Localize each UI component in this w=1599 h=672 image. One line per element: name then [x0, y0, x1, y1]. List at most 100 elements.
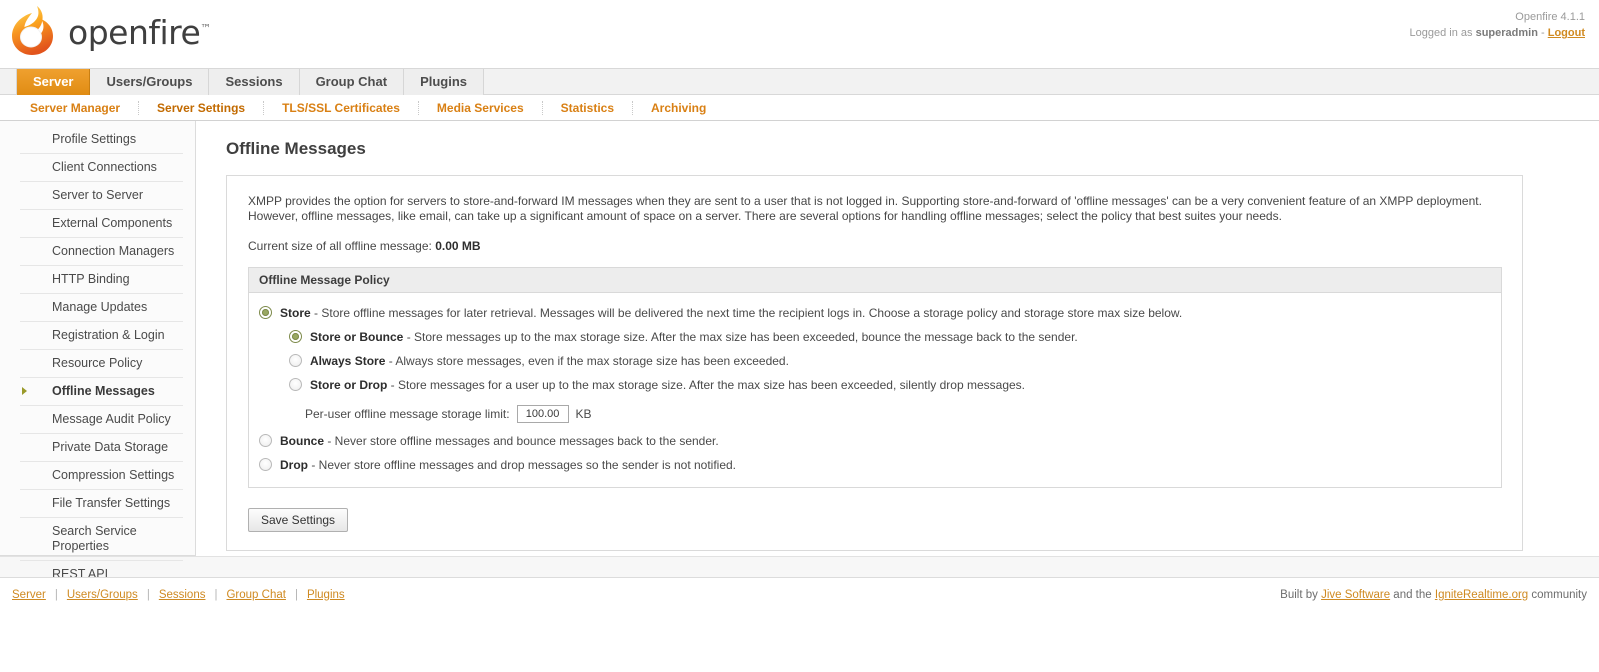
sidebar-item-message-audit-policy[interactable]: Message Audit Policy — [20, 406, 183, 434]
offline-message-policy-fieldset: Offline Message Policy Store - Store off… — [248, 267, 1502, 488]
sidebar-item-file-transfer-settings[interactable]: File Transfer Settings — [20, 490, 183, 518]
sidebar-item-label: Registration & Login — [52, 328, 165, 342]
logged-in-separator: - — [1537, 27, 1548, 39]
sidebar-item-http-binding[interactable]: HTTP Binding — [20, 266, 183, 294]
logo-wordmark: openfire™ — [68, 12, 211, 52]
primary-tab-server[interactable]: Server — [16, 68, 91, 95]
secondary-tab-archiving[interactable]: Archiving — [633, 101, 724, 115]
secondary-tab-tls-ssl-certificates[interactable]: TLS/SSL Certificates — [264, 100, 419, 115]
sidebar-item-external-components[interactable]: External Components — [20, 210, 183, 238]
radio-bounce[interactable] — [259, 434, 272, 447]
option-bounce-desc: - Never store offline messages and bounc… — [324, 434, 719, 448]
option-store-or-drop-title: Store or Drop — [310, 378, 388, 392]
sidebar-item-compression-settings[interactable]: Compression Settings — [20, 462, 183, 490]
radio-store-or-drop[interactable] — [289, 378, 302, 391]
sidebar-item-label: HTTP Binding — [52, 272, 130, 286]
secondary-tab-server-settings[interactable]: Server Settings — [139, 100, 265, 115]
sidebar-item-label: Compression Settings — [52, 468, 175, 482]
primary-tab-sessions[interactable]: Sessions — [209, 68, 300, 95]
sidebar-item-label: Connection Managers — [52, 244, 175, 258]
option-always-store[interactable]: Always Store - Always store messages, ev… — [289, 353, 1491, 369]
option-drop-title: Drop — [280, 458, 308, 472]
sidebar-item-offline-messages[interactable]: Offline Messages — [20, 378, 183, 406]
caret-right-icon — [22, 387, 27, 395]
intro-line-2: However, offline messages, like email, c… — [248, 209, 1282, 223]
sidebar-item-label: File Transfer Settings — [52, 496, 171, 510]
option-drop[interactable]: Drop - Never store offline messages and … — [259, 457, 1491, 473]
option-always-store-desc: - Always store messages, even if the max… — [385, 354, 789, 368]
policy-header: Offline Message Policy — [249, 268, 1501, 293]
secondary-tab-server-manager[interactable]: Server Manager — [24, 100, 140, 115]
trademark-symbol: ™ — [200, 21, 211, 35]
radio-always-store[interactable] — [289, 354, 302, 367]
sidebar-item-connection-managers[interactable]: Connection Managers — [20, 238, 183, 266]
sidebar-item-profile-settings[interactable]: Profile Settings — [20, 127, 183, 154]
radio-store-or-bounce[interactable] — [289, 330, 302, 343]
primary-tab-plugins[interactable]: Plugins — [404, 68, 485, 95]
and-the-text: and the — [1390, 588, 1435, 601]
option-store-or-bounce-desc: - Store messages up to the max storage s… — [403, 330, 1078, 344]
openfire-logo[interactable]: openfire™ — [10, 2, 211, 58]
secondary-tab-statistics[interactable]: Statistics — [543, 100, 633, 115]
footer-link-server[interactable]: Server — [12, 589, 46, 601]
ignite-realtime-link[interactable]: IgniteRealtime.org — [1435, 589, 1528, 601]
option-store-or-bounce-label: Store or Bounce - Store messages up to t… — [302, 329, 1078, 345]
footer-separator: | — [214, 588, 218, 601]
footer-link-list: Server | Users/Groups | Sessions | Group Chat |… — [12, 589, 345, 601]
primary-tab-list: Server Users/Groups Sessions Group Chat Plug… — [16, 68, 1599, 95]
sidebar-item-manage-updates[interactable]: Manage Updates — [20, 294, 183, 322]
intro-text: XMPP provides the option for servers to … — [248, 194, 1488, 224]
version-label: Openfire 4.1.1 — [1515, 11, 1585, 23]
save-settings-button[interactable]: Save Settings — [248, 508, 349, 532]
logout-link[interactable]: Logout — [1548, 27, 1585, 39]
logged-in-prefix: Logged in as — [1409, 27, 1476, 39]
option-always-store-label: Always Store - Always store messages, ev… — [302, 353, 789, 369]
primary-tab-group-chat[interactable]: Group Chat — [299, 68, 405, 95]
main-content: Offline Messages XMPP provides the optio… — [196, 121, 1599, 556]
username-label: superadmin — [1475, 27, 1538, 39]
footer-link-plugins[interactable]: Plugins — [307, 589, 345, 601]
sidebar-item-label: Profile Settings — [52, 132, 137, 146]
body-wrapper: Profile Settings Client Connections Server… — [0, 121, 1599, 589]
option-drop-label: Drop - Never store offline messages and … — [272, 457, 736, 473]
sidebar-item-label: Search Service Properties — [52, 524, 137, 553]
option-store-or-drop-desc: - Store messages for a user up to the ma… — [387, 378, 1026, 392]
option-bounce[interactable]: Bounce - Never store offline messages an… — [259, 433, 1491, 449]
option-store-title: Store — [280, 306, 311, 320]
content-bottom-spacer — [0, 556, 1599, 577]
footer-link-group-chat[interactable]: Group Chat — [226, 589, 285, 601]
sidebar-item-client-connections[interactable]: Client Connections — [20, 154, 183, 182]
footer-credits: Built by Jive Software and the IgniteRea… — [1280, 589, 1587, 601]
footer-separator: | — [294, 588, 298, 601]
secondary-tab-media-services[interactable]: Media Services — [419, 100, 543, 115]
sidebar-item-label: Client Connections — [52, 160, 157, 174]
page-title: Offline Messages — [226, 139, 366, 158]
primary-nav: Server Users/Groups Sessions Group Chat Plug… — [0, 68, 1599, 95]
sidebar-item-search-service-properties[interactable]: Search Service Properties — [20, 518, 183, 561]
option-store-or-drop[interactable]: Store or Drop - Store messages for a use… — [289, 377, 1491, 393]
footer-link-sessions[interactable]: Sessions — [159, 589, 206, 601]
sidebar-item-label: Manage Updates — [52, 300, 148, 314]
built-by-prefix: Built by — [1280, 588, 1322, 601]
sidebar-item-private-data-storage[interactable]: Private Data Storage — [20, 434, 183, 462]
primary-tab-users-groups[interactable]: Users/Groups — [90, 68, 210, 95]
option-store-or-bounce[interactable]: Store or Bounce - Store messages up to t… — [289, 329, 1491, 345]
sidebar-item-resource-policy[interactable]: Resource Policy — [20, 350, 183, 378]
storage-limit-input[interactable] — [516, 405, 569, 423]
option-bounce-title: Bounce — [280, 434, 325, 448]
storage-limit-label: Per-user offline message storage limit: — [305, 407, 510, 421]
sidebar-item-label: Server to Server — [52, 188, 144, 202]
sidebar-item-label: Private Data Storage — [52, 440, 169, 454]
option-store-desc: - Store offline messages for later retri… — [310, 306, 1183, 320]
logged-in-row: Logged in as superadmin - Logout — [1410, 25, 1585, 41]
radio-store[interactable] — [259, 306, 272, 319]
save-row: Save Settings — [248, 508, 1502, 532]
sidebar-item-registration-login[interactable]: Registration & Login — [20, 322, 183, 350]
option-store[interactable]: Store - Store offline messages for later… — [259, 305, 1491, 321]
sidebar-item-label: Message Audit Policy — [52, 412, 171, 426]
radio-drop[interactable] — [259, 458, 272, 471]
jive-software-link[interactable]: Jive Software — [1321, 589, 1390, 601]
sidebar-item-server-to-server[interactable]: Server to Server — [20, 182, 183, 210]
storage-limit-unit: KB — [575, 407, 592, 421]
footer-link-users-groups[interactable]: Users/Groups — [67, 589, 138, 601]
